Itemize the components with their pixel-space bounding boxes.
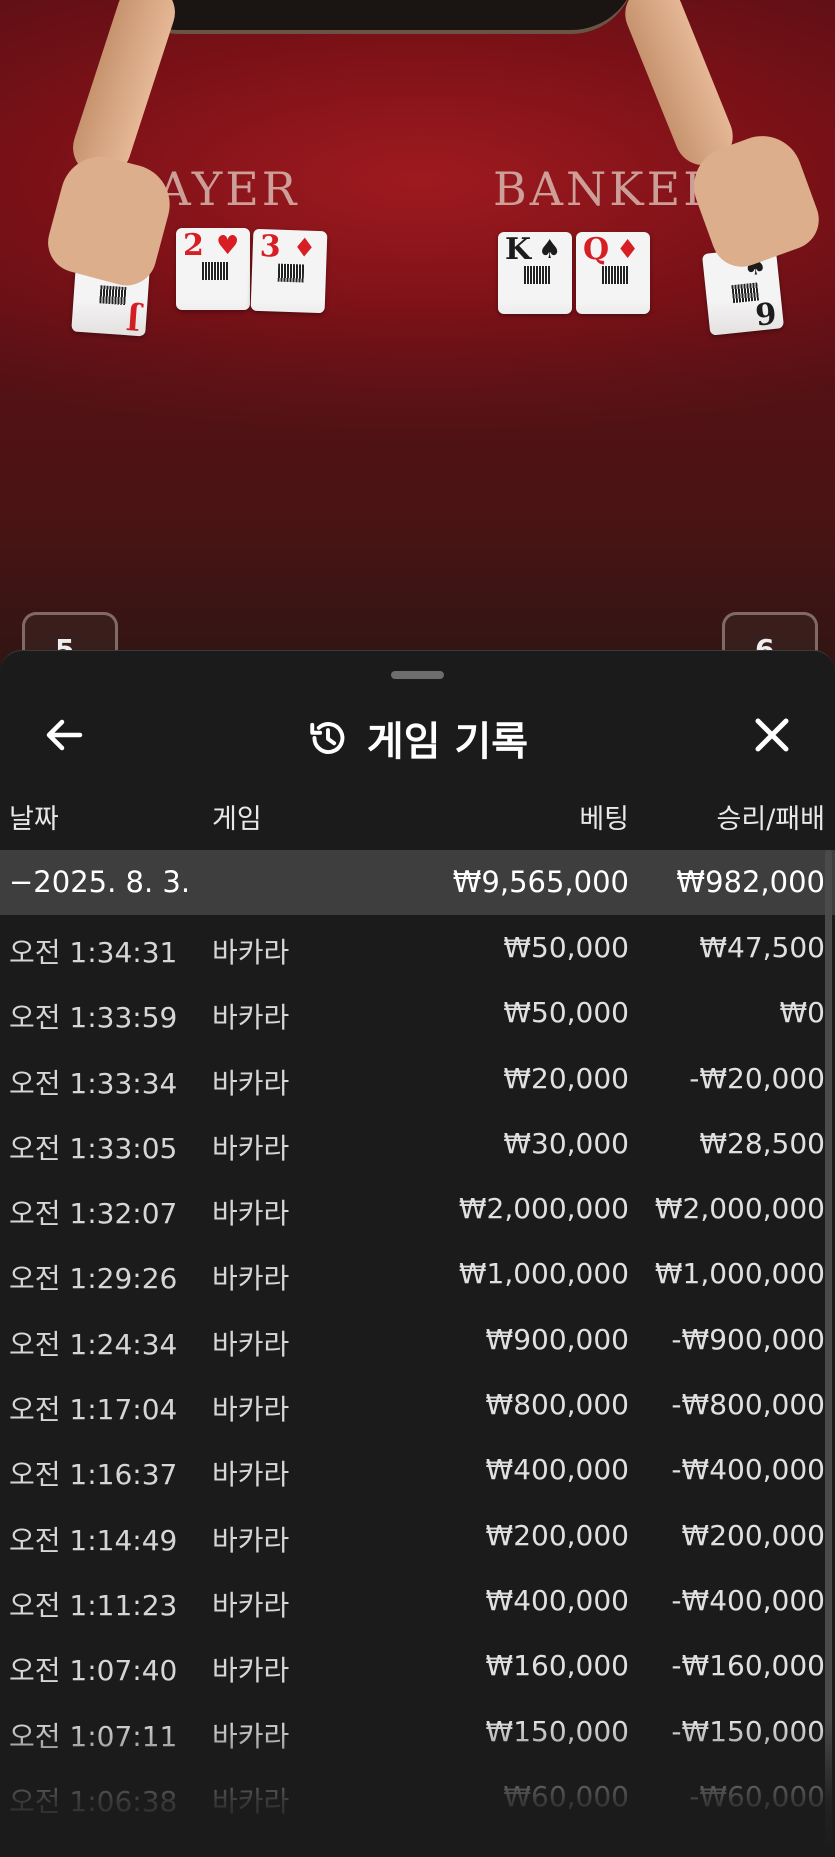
row-game: 바카라 bbox=[212, 1588, 290, 1622]
row-time: 오전 1:11:23 bbox=[9, 1588, 178, 1622]
row-game: 바카라 bbox=[212, 1327, 290, 1361]
row-time: 오전 1:24:34 bbox=[9, 1327, 178, 1361]
row-bet: ₩30,000 bbox=[503, 1126, 629, 1160]
card-rank: 3 bbox=[259, 228, 282, 265]
row-game: 바카라 bbox=[212, 1393, 290, 1427]
card-rank: K bbox=[505, 232, 532, 267]
history-clock-icon bbox=[310, 722, 345, 754]
row-time: 오전 1:34:31 bbox=[9, 936, 178, 969]
table-row[interactable]: 오전 1:16:37 바카라 ₩400,000 -₩400,000 bbox=[0, 1437, 835, 1502]
table-row[interactable]: 오전 1:29:26 바카라 ₩1,000,000 ₩1,000,000 bbox=[0, 1241, 835, 1306]
table-row[interactable]: 오전 1:33:05 바카라 ₩30,000 ₩28,500 bbox=[0, 1111, 835, 1176]
row-time: 오전 1:17:04 bbox=[9, 1393, 178, 1427]
summary-bet: ₩9,565,000 bbox=[452, 865, 629, 899]
row-bet: ₩20,000 bbox=[503, 1061, 629, 1095]
table-row[interactable]: 오전 1:24:34 바카라 ₩900,000 -₩900,000 bbox=[0, 1307, 835, 1372]
row-time: 오전 1:33:59 bbox=[9, 1001, 178, 1035]
table-row[interactable]: 오전 1:32:07 바카라 ₩2,000,000 ₩2,000,000 bbox=[0, 1176, 835, 1241]
row-result: -₩20,000 bbox=[689, 1061, 825, 1095]
row-result: -₩400,000 bbox=[671, 1583, 825, 1617]
row-time: 오전 1:14:49 bbox=[9, 1523, 178, 1557]
row-result: -₩400,000 bbox=[671, 1453, 825, 1487]
row-bet: ₩400,000 bbox=[485, 1453, 629, 1487]
col-bet-header: 베팅 bbox=[579, 804, 629, 835]
card-suit: ♠ bbox=[538, 235, 562, 265]
card-rank: 2 bbox=[183, 228, 204, 263]
row-time: 오전 1:29:26 bbox=[9, 1262, 178, 1296]
row-result: ₩47,500 bbox=[699, 931, 825, 964]
row-time: 오전 1:07:40 bbox=[9, 1654, 178, 1688]
row-bet: ₩200,000 bbox=[485, 1518, 629, 1552]
table-row[interactable]: 오전 1:11:23 바카라 ₩400,000 -₩400,000 bbox=[0, 1568, 835, 1633]
banker-zone-label: BANKER bbox=[493, 162, 721, 216]
table-row[interactable]: 오전 1:07:40 바카라 ₩160,000 -₩160,000 bbox=[0, 1633, 835, 1698]
card-barcode bbox=[602, 266, 628, 284]
scrollbar[interactable] bbox=[825, 850, 832, 1850]
row-game: 바카라 bbox=[212, 936, 290, 969]
close-icon bbox=[755, 718, 789, 752]
card-rank: Q bbox=[583, 232, 610, 267]
row-game: 바카라 bbox=[212, 1131, 290, 1165]
table-row[interactable]: 오전 1:17:04 바카라 ₩800,000 -₩800,000 bbox=[0, 1372, 835, 1437]
sheet-title: 게임 기록 bbox=[366, 719, 529, 765]
row-time: 오전 1:33:34 bbox=[9, 1066, 178, 1100]
table-shadow bbox=[0, 300, 835, 700]
table-row[interactable]: 오전 1:33:59 바카라 ₩50,000 ₩0 bbox=[0, 980, 835, 1045]
row-time: 오전 1:32:07 bbox=[9, 1197, 178, 1231]
row-result: ₩200,000 bbox=[681, 1518, 825, 1552]
history-rows: 오전 1:34:31 바카라 ₩50,000 ₩47,500 오전 1:33:59 바카라… bbox=[0, 915, 835, 1829]
table-row[interactable]: 오전 1:14:49 바카라 ₩200,000 ₩200,000 bbox=[0, 1503, 835, 1568]
card-suit: ♦ bbox=[616, 235, 640, 265]
row-bet: ₩900,000 bbox=[485, 1322, 629, 1356]
sheet-title-wrap: 게임 기록 bbox=[0, 709, 835, 767]
sheet-grab-handle[interactable] bbox=[391, 671, 444, 679]
row-time: 오전 1:16:37 bbox=[9, 1458, 178, 1492]
card-barcode bbox=[202, 262, 228, 280]
row-bet: ₩50,000 bbox=[503, 931, 629, 964]
row-bet: ₩50,000 bbox=[503, 996, 629, 1030]
row-bet: ₩400,000 bbox=[485, 1583, 629, 1617]
row-result: ₩0 bbox=[779, 996, 826, 1030]
row-game: 바카라 bbox=[212, 1523, 290, 1557]
date-summary-row[interactable]: −2025. 8. 3. ₩9,565,000 ₩982,000 bbox=[0, 850, 835, 915]
row-result: ₩1,000,000 bbox=[654, 1257, 825, 1291]
table-row[interactable]: 오전 1:33:34 바카라 ₩20,000 -₩20,000 bbox=[0, 1046, 835, 1111]
sheet-header: 게임 기록 bbox=[0, 691, 835, 771]
col-result-header: 승리/패배 bbox=[716, 804, 825, 835]
row-bet: ₩2,000,000 bbox=[458, 1192, 629, 1226]
row-game: 바카라 bbox=[212, 1001, 290, 1035]
row-result: -₩160,000 bbox=[671, 1649, 825, 1683]
col-game-header: 게임 bbox=[212, 804, 262, 835]
row-result: -₩900,000 bbox=[671, 1322, 825, 1356]
table-row[interactable]: 오전 1:34:31 바카라 ₩50,000 ₩47,500 bbox=[0, 915, 835, 980]
row-result: ₩2,000,000 bbox=[654, 1192, 825, 1226]
row-game: 바카라 bbox=[212, 1458, 290, 1492]
row-game: 바카라 bbox=[212, 1262, 290, 1296]
row-bet: ₩800,000 bbox=[485, 1388, 629, 1422]
card-barcode bbox=[524, 266, 550, 284]
dealer-left-arm bbox=[65, 0, 183, 185]
row-game: 바카라 bbox=[212, 1066, 290, 1100]
row-bet: ₩1,000,000 bbox=[458, 1257, 629, 1291]
card-suit: ♦ bbox=[292, 233, 317, 264]
card-barcode bbox=[277, 263, 305, 283]
row-bet: ₩160,000 bbox=[485, 1649, 629, 1683]
player-card-2: 2 ♥ bbox=[176, 228, 250, 310]
summary-date: −2025. 8. 3. bbox=[9, 865, 191, 899]
row-game: 바카라 bbox=[212, 1197, 290, 1231]
table-header: 날짜 게임 베팅 승리/패배 bbox=[0, 791, 835, 841]
row-time: 오전 1:33:05 bbox=[9, 1131, 178, 1165]
row-result: ₩28,500 bbox=[699, 1126, 825, 1160]
list-bottom-fade bbox=[0, 1721, 835, 1857]
row-result: -₩800,000 bbox=[671, 1388, 825, 1422]
card-suit: ♥ bbox=[216, 231, 240, 261]
close-button[interactable] bbox=[748, 711, 796, 759]
row-game: 바카라 bbox=[212, 1654, 290, 1688]
table-rim bbox=[115, 0, 635, 34]
summary-result: ₩982,000 bbox=[676, 865, 825, 899]
live-table-video: PLAYER BANKER J ♦ 2 ♥ 3 ♦ K ♠ Q ♦ 6 ♠ 5 … bbox=[0, 0, 835, 700]
col-date-header: 날짜 bbox=[9, 804, 59, 835]
game-history-sheet: 게임 기록 날짜 게임 베팅 승리/패배 −2025. 8. 3. ₩9,565… bbox=[0, 650, 835, 1857]
